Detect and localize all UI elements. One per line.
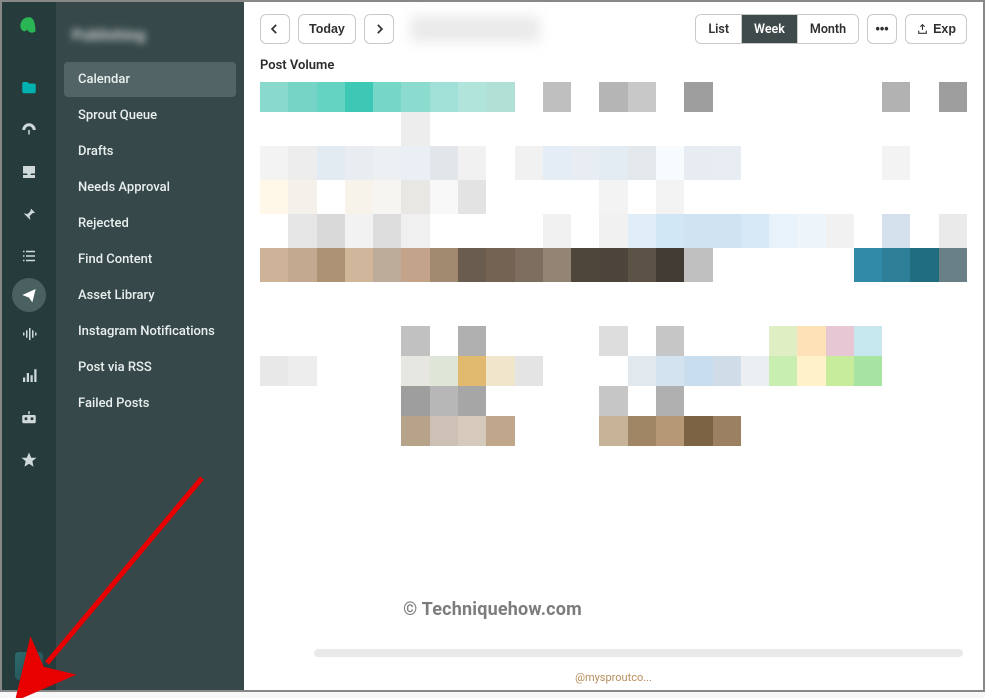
export-button[interactable]: Exp xyxy=(905,14,967,44)
prev-button[interactable] xyxy=(260,14,290,44)
rail-audio-icon[interactable] xyxy=(9,314,49,354)
rail-list-icon[interactable] xyxy=(9,236,49,276)
calendar-grid-blurred xyxy=(260,82,967,661)
nav-calendar[interactable]: Calendar xyxy=(64,62,236,97)
next-button[interactable] xyxy=(364,14,394,44)
view-month[interactable]: Month xyxy=(797,15,858,43)
rail-user-avatar[interactable] xyxy=(15,652,43,680)
section-title: Publishing xyxy=(56,20,244,62)
nav-needs-approval[interactable]: Needs Approval xyxy=(64,170,236,205)
rail-dashboard-icon[interactable] xyxy=(9,110,49,150)
toolbar: Today List Week Month ••• Exp xyxy=(244,2,983,54)
horizontal-scrollbar[interactable] xyxy=(314,649,963,657)
nav-post-via-rss[interactable]: Post via RSS xyxy=(64,350,236,385)
view-toggle: List Week Month xyxy=(695,14,859,44)
publishing-sidebar: Publishing Calendar Sprout Queue Drafts … xyxy=(56,2,244,690)
view-list[interactable]: List xyxy=(696,15,741,43)
rail-bars-icon[interactable] xyxy=(9,356,49,396)
rail-plane-icon[interactable] xyxy=(12,278,46,312)
icon-rail xyxy=(2,2,56,690)
nav-drafts[interactable]: Drafts xyxy=(64,134,236,169)
nav-sprout-queue[interactable]: Sprout Queue xyxy=(64,98,236,133)
rail-bot-icon[interactable] xyxy=(9,398,49,438)
nav-failed-posts[interactable]: Failed Posts xyxy=(64,386,236,421)
footer-handle: @mysproutco... xyxy=(244,671,983,690)
more-button[interactable]: ••• xyxy=(867,14,897,44)
rail-folder-icon[interactable] xyxy=(9,68,49,108)
nav-rejected[interactable]: Rejected xyxy=(64,206,236,241)
nav-find-content[interactable]: Find Content xyxy=(64,242,236,277)
view-week[interactable]: Week xyxy=(741,15,797,43)
date-range-label xyxy=(410,16,540,42)
nav-instagram-notifications[interactable]: Instagram Notifications xyxy=(64,314,236,349)
rail-pin-icon[interactable] xyxy=(9,194,49,234)
sprout-logo-icon xyxy=(11,10,47,46)
nav-list: Calendar Sprout Queue Drafts Needs Appro… xyxy=(56,62,244,422)
nav-asset-library[interactable]: Asset Library xyxy=(64,278,236,313)
main-panel: Today List Week Month ••• Exp Post Volum… xyxy=(244,2,983,690)
app-root: Publishing Calendar Sprout Queue Drafts … xyxy=(2,2,983,690)
rail-inbox-icon[interactable] xyxy=(9,152,49,192)
rail-star-icon[interactable] xyxy=(9,440,49,480)
content-area: Post Volume xyxy=(244,54,983,671)
today-button[interactable]: Today xyxy=(298,14,356,44)
post-volume-label: Post Volume xyxy=(260,58,967,73)
